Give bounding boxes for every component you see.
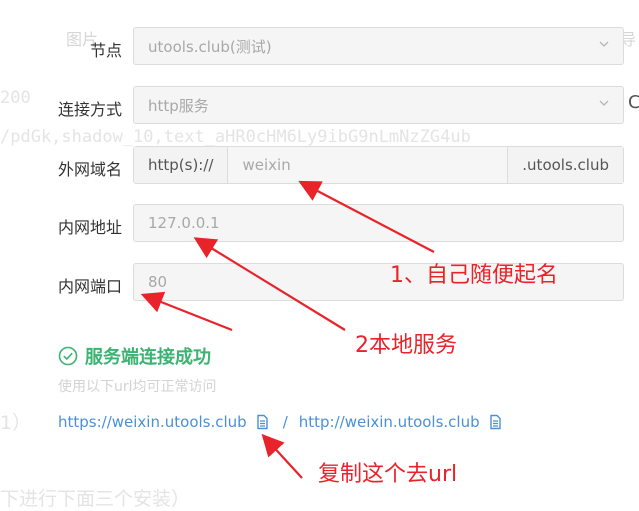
status-text: 服务端连接成功: [85, 347, 211, 368]
address-input-value: 127.0.0.1: [148, 214, 220, 232]
chevron-down-icon: [599, 41, 609, 47]
connection-select-value: http服务: [148, 96, 209, 115]
node-select[interactable]: utools.club(测试): [133, 27, 624, 65]
domain-field: http(s):// weixin .utools.club: [133, 146, 624, 184]
annotation-copy-url: 复制这个去url: [318, 462, 458, 487]
http-url-link[interactable]: http://weixin.utools.club: [299, 413, 480, 431]
domain-suffix: .utools.club: [507, 147, 623, 183]
domain-prefix: http(s)://: [134, 147, 229, 183]
port-label: 内网端口: [57, 277, 122, 296]
annotation-name-anything: 1、自己随便起名: [390, 263, 558, 288]
url-separator: /: [282, 413, 288, 431]
tunnel-config-form: 节点 utools.club(测试) 连接方式 http服务 外网域名 http…: [0, 0, 639, 509]
annotation-local-service: 2本地服务: [355, 333, 457, 358]
url-list: https://weixin.utools.club / http://weix…: [58, 413, 502, 431]
node-label: 节点: [89, 41, 122, 60]
connection-select[interactable]: http服务: [133, 86, 624, 124]
address-label: 内网地址: [57, 218, 122, 237]
https-url-link[interactable]: https://weixin.utools.club: [58, 413, 247, 431]
check-circle-icon: [58, 346, 78, 366]
copy-icon[interactable]: [488, 414, 502, 430]
access-hint: 使用以下url均可正常访问: [58, 379, 217, 395]
connection-label: 连接方式: [57, 100, 122, 119]
address-input[interactable]: 127.0.0.1: [133, 204, 624, 242]
domain-label: 外网域名: [57, 160, 122, 179]
node-select-value: utools.club(测试): [148, 37, 272, 56]
domain-input-value: weixin: [242, 156, 291, 174]
connection-status: 服务端连接成功: [58, 343, 211, 369]
chevron-down-icon: [599, 100, 609, 106]
port-input-value: 80: [148, 273, 168, 291]
copy-icon[interactable]: [255, 414, 269, 430]
